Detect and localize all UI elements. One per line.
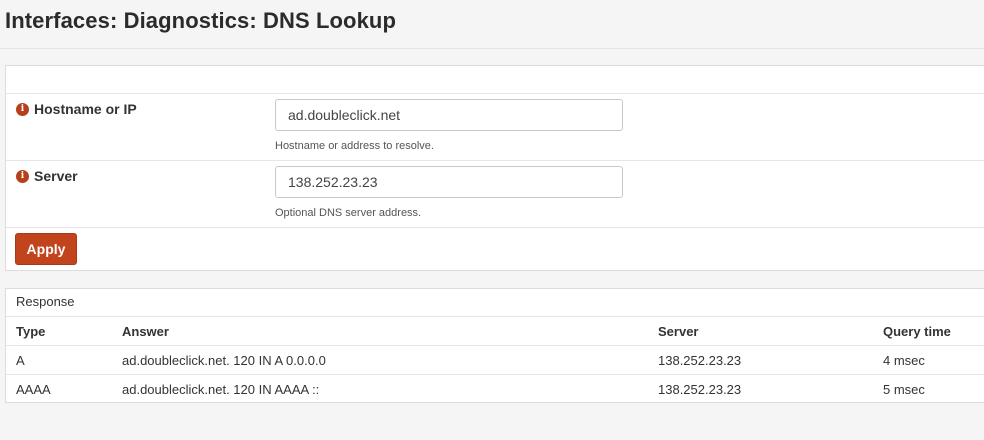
column-header-query-time: Query time [873,316,984,346]
page-header: Interfaces: Diagnostics: DNS Lookup [0,0,984,49]
hostname-row: i Hostname or IP Hostname or address to … [6,94,984,161]
server-label-text: Server [34,168,78,184]
response-table: Type Answer Server Query time A ad.doubl… [6,316,984,404]
cell-answer: ad.doubleclick.net. 120 IN AAAA :: [112,374,648,404]
apply-button[interactable]: Apply [15,233,77,265]
cell-type: AAAA [6,374,112,404]
hostname-label: i Hostname or IP [16,101,137,117]
server-help: Optional DNS server address. [275,207,422,219]
dns-lookup-form-panel: i Hostname or IP Hostname or address to … [5,65,984,271]
response-heading: Response [16,294,75,309]
table-row: AAAA ad.doubleclick.net. 120 IN AAAA :: … [6,374,984,404]
info-icon[interactable]: i [16,169,29,183]
hostname-label-text: Hostname or IP [34,101,137,117]
column-header-answer: Answer [112,316,648,346]
cell-query-time: 5 msec [873,374,984,404]
cell-server: 138.252.23.23 [648,345,873,375]
server-row: i Server Optional DNS server address. [6,161,984,228]
hostname-input[interactable] [275,99,623,131]
table-row: A ad.doubleclick.net. 120 IN A 0.0.0.0 1… [6,345,984,375]
cell-answer: ad.doubleclick.net. 120 IN A 0.0.0.0 [112,345,648,375]
response-panel: Response Type Answer Server Query time A… [5,288,984,404]
info-icon[interactable]: i [16,102,29,116]
cell-query-time: 4 msec [873,345,984,375]
column-header-type: Type [6,316,112,346]
form-panel-heading [6,66,984,94]
response-header-row: Type Answer Server Query time [6,316,984,346]
server-label: i Server [16,168,78,184]
cell-type: A [6,345,112,375]
cell-server: 138.252.23.23 [648,374,873,404]
hostname-help: Hostname or address to resolve. [275,140,434,152]
server-input[interactable] [275,166,623,198]
page-title: Interfaces: Diagnostics: DNS Lookup [5,8,397,33]
column-header-server: Server [648,316,873,346]
